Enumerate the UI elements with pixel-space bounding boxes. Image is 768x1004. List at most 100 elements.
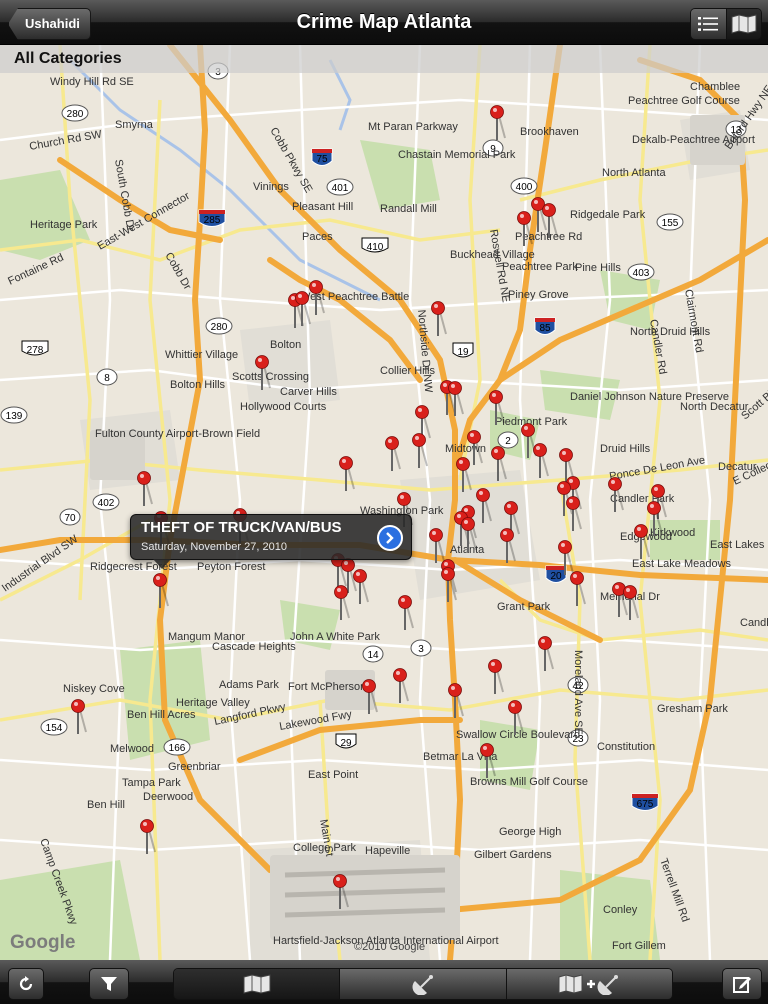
category-bar[interactable]: All Categories (0, 45, 768, 73)
svg-text:85: 85 (539, 323, 551, 334)
road-label: Moreland Ave SE (572, 650, 584, 735)
list-icon (698, 17, 719, 31)
svg-text:402: 402 (98, 498, 115, 509)
map-canvas[interactable]: 3280754012854102802788139166704029400131… (0, 45, 768, 960)
place-label: North Decatur (680, 401, 749, 413)
callout-title: THEFT OF TRUCK/VAN/BUS (141, 519, 342, 536)
map-copyright: ©2010 Google (354, 941, 426, 953)
place-label: Smyrna (115, 119, 154, 131)
report-pin[interactable] (570, 571, 586, 607)
report-pin[interactable] (339, 456, 355, 492)
svg-text:280: 280 (211, 322, 228, 333)
svg-text:20: 20 (550, 571, 562, 582)
place-label: Scotts Crossing (232, 371, 309, 383)
report-pin[interactable] (538, 636, 554, 672)
route-shield: 139 (0, 406, 28, 424)
map-view-button[interactable] (726, 9, 761, 39)
page-title: Crime Map Atlanta (296, 11, 472, 33)
place-label: George High (499, 826, 561, 838)
svg-text:29: 29 (340, 738, 352, 749)
svg-text:410: 410 (367, 242, 384, 253)
place-label: Mt Paran Parkway (368, 121, 458, 133)
svg-text:14: 14 (367, 650, 379, 661)
place-label: Chastain Memorial Park (398, 149, 516, 161)
place-label: Ben Hill Acres (127, 709, 196, 721)
place-label: Niskey Cove (63, 683, 125, 695)
place-label: Hapeville (365, 845, 410, 857)
place-label: East Lake Meadows (632, 558, 732, 570)
report-pin[interactable] (533, 443, 549, 479)
crime-map[interactable]: 3280754012854102802788139166704029400131… (0, 45, 768, 960)
route-shield: 278 (21, 340, 49, 356)
refresh-button[interactable] (8, 968, 44, 1000)
svg-text:285: 285 (204, 215, 221, 226)
road-label: Windy Hill Rd SE (50, 76, 134, 88)
place-label: Greenbriar (168, 761, 221, 773)
svg-text:139: 139 (6, 411, 23, 422)
refresh-icon (19, 976, 33, 991)
hybrid-segment[interactable] (506, 969, 672, 999)
place-label: Bolton Hills (170, 379, 226, 391)
route-shield: 280 (61, 104, 89, 122)
back-button[interactable]: Ushahidi (8, 8, 91, 40)
place-label: Tampa Park (122, 777, 181, 789)
callout-date: Saturday, November 27, 2010 (141, 541, 287, 553)
svg-text:3: 3 (418, 644, 424, 655)
place-label: Pleasant Hill (292, 201, 353, 213)
navigation-bar: Ushahidi Crime Map Atlanta (0, 0, 768, 45)
route-shield: 75 (311, 148, 333, 166)
svg-text:19: 19 (457, 347, 469, 358)
place-label: Peachtree Park (502, 261, 578, 273)
bottom-toolbar (0, 960, 768, 1004)
report-pin[interactable] (393, 668, 409, 704)
route-shield: 19 (452, 342, 474, 358)
map-view-icon (243, 974, 271, 994)
place-label: Druid Hills (600, 443, 651, 455)
road-label: Clairmont Rd (682, 288, 705, 353)
list-view-button[interactable] (691, 9, 727, 39)
svg-text:403: 403 (633, 268, 650, 279)
place-label: Swallow Circle Boulevard (456, 729, 580, 741)
place-label: Heritage Park (30, 219, 98, 231)
place-label: Pine Hills (575, 262, 621, 274)
compose-button[interactable] (722, 968, 762, 1000)
map-type-selector (173, 968, 673, 1000)
place-label: Peyton Forest (197, 561, 265, 573)
route-shield: 400 (510, 177, 538, 195)
report-pin[interactable] (488, 659, 504, 695)
report-pin[interactable] (385, 436, 401, 472)
disclosure-button[interactable] (377, 525, 403, 551)
hybrid-icon (558, 974, 619, 995)
map-view-segment[interactable] (174, 969, 341, 999)
report-pin[interactable] (398, 595, 414, 631)
place-label: Candl (740, 617, 768, 629)
report-pin[interactable] (431, 301, 447, 337)
place-label: Brookhaven (520, 126, 579, 138)
road-label: Terrell Mill Rd (657, 857, 691, 924)
route-shield: 410 (361, 237, 389, 253)
svg-text:154: 154 (46, 723, 63, 734)
report-pin[interactable] (448, 683, 464, 719)
svg-text:278: 278 (27, 345, 44, 356)
report-pin[interactable] (137, 471, 153, 507)
filter-button[interactable] (89, 968, 129, 1000)
svg-text:2: 2 (505, 436, 511, 447)
place-label: East Lakes (710, 539, 765, 551)
satellite-segment[interactable] (340, 969, 507, 999)
place-label: Chamblee (690, 81, 740, 93)
svg-text:280: 280 (67, 109, 84, 120)
report-pin[interactable] (71, 699, 87, 735)
place-label: Fulton County Airport-Brown Field (95, 428, 260, 440)
place-label: Peachtree Golf Course (628, 95, 740, 107)
compose-icon (733, 977, 751, 993)
place-label: Gresham Park (657, 703, 728, 715)
place-label: Gilbert Gardens (474, 849, 552, 861)
svg-text:675: 675 (637, 799, 654, 810)
place-label: Bolton (270, 339, 301, 351)
report-pin[interactable] (490, 105, 506, 141)
report-callout[interactable]: THEFT OF TRUCK/VAN/BUS Saturday, Novembe… (130, 514, 412, 569)
view-toggle (690, 8, 762, 40)
place-label: Ridgedale Park (570, 209, 646, 221)
route-shield: 675 (631, 793, 659, 811)
place-label: Paces (302, 231, 333, 243)
